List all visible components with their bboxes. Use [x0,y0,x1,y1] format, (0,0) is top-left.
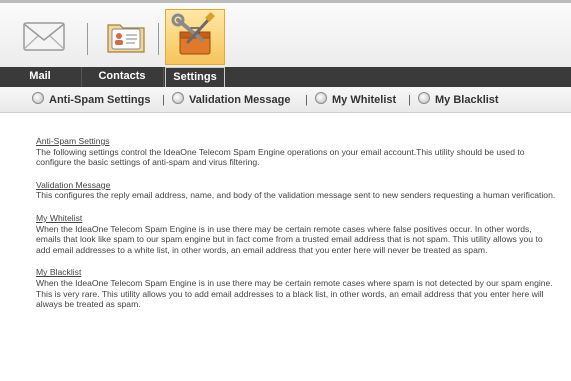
subnav-validation-message[interactable]: Validation Message [172,92,290,108]
contacts-card-icon[interactable] [100,13,152,59]
subnav-label: Anti-Spam Settings [49,94,151,106]
section-anti-spam-settings: Anti-Spam Settings The following setting… [36,136,556,168]
subnav-separator: | [162,94,165,106]
subnav-separator: | [305,94,308,106]
subnav-my-blacklist[interactable]: My Blacklist [418,92,499,108]
subnav-separator: | [408,94,411,106]
radio-icon [315,92,327,104]
settings-overview: Anti-Spam Settings The following setting… [36,136,556,322]
settings-tools-icon[interactable] [165,9,225,65]
subnav-label: My Whitelist [332,94,397,106]
section-link-my-blacklist[interactable]: My Blacklist [36,267,556,278]
section-validation-message: Validation Message This configures the r… [36,180,556,201]
settings-subnav: Anti-Spam Settings | Validation Message … [0,87,571,113]
tab-settings[interactable]: Settings [165,67,225,87]
section-my-blacklist: My Blacklist When the IdeaOne Telecom Sp… [36,267,556,309]
app-toolbar [0,0,571,67]
radio-icon [172,92,184,104]
section-my-whitelist: My Whitelist When the IdeaOne Telecom Sp… [36,213,556,255]
subnav-my-whitelist[interactable]: My Whitelist [315,92,396,108]
radio-icon [32,92,44,104]
section-link-my-whitelist[interactable]: My Whitelist [36,213,556,224]
mail-envelope-icon[interactable] [18,13,70,59]
subnav-anti-spam-settings[interactable]: Anti-Spam Settings [32,92,150,108]
section-description: The following settings control the IdeaO… [36,146,525,168]
section-link-anti-spam-settings[interactable]: Anti-Spam Settings [36,136,556,147]
radio-icon [418,92,430,104]
section-link-validation-message[interactable]: Validation Message [36,180,556,191]
subnav-label: My Blacklist [435,94,499,106]
tab-mail[interactable]: Mail [0,67,80,87]
tab-divider [163,67,164,87]
toolbar-divider [158,23,159,55]
subnav-label: Validation Message [189,94,291,106]
section-description: When the IdeaOne Telecom Spam Engine is … [36,223,543,255]
main-tab-bar: Mail Contacts Settings [0,67,571,87]
toolbar-divider [87,23,88,55]
section-description: This configures the reply email address,… [36,190,556,201]
section-description: When the IdeaOne Telecom Spam Engine is … [36,277,553,310]
tab-contacts[interactable]: Contacts [82,67,162,87]
